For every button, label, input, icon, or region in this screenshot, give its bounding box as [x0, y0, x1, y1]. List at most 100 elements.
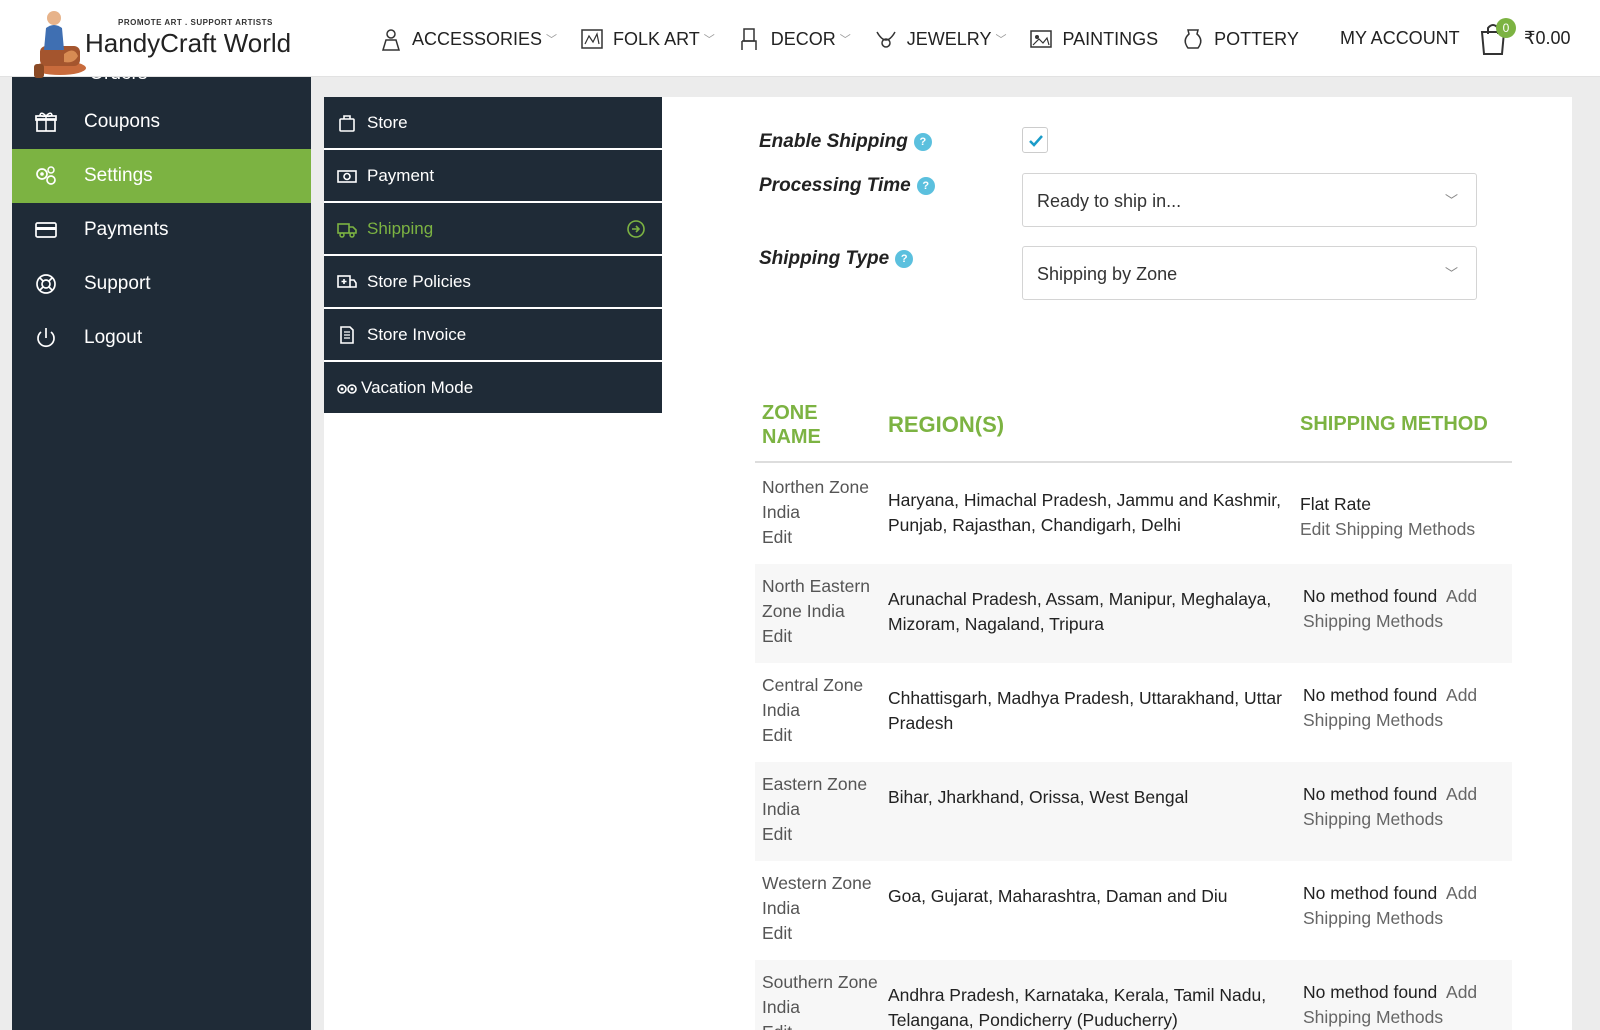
- shipping-methods-link[interactable]: Edit Shipping Methods: [1300, 519, 1475, 539]
- pottery-icon: [1184, 29, 1202, 49]
- tab-store-policies[interactable]: Store Policies: [324, 256, 662, 309]
- shipping-method-cell: No method found Add Shipping Methods: [1303, 584, 1503, 634]
- arrow-circle-right-icon: [627, 220, 645, 238]
- power-icon: [37, 328, 55, 348]
- shipping-method-cell: No method found Add Shipping Methods: [1303, 683, 1503, 733]
- bag-icon: [339, 114, 355, 132]
- nav-item-folk-art[interactable]: FOLK ART ﹀: [579, 26, 715, 52]
- tab-store-invoice[interactable]: Store Invoice: [324, 309, 662, 362]
- settings-tabs: Store Payment Shipping Store Policies St…: [324, 97, 662, 415]
- tab-label: Store: [367, 112, 408, 132]
- truck-icon: [337, 222, 357, 238]
- column-header-shipping-method: SHIPPING METHOD: [1300, 413, 1488, 435]
- zone-edit-link[interactable]: Edit: [762, 626, 792, 646]
- site-logo[interactable]: PROMOTE ART . SUPPORT ARTISTS HandyCraft…: [30, 6, 310, 78]
- shipping-method-cell: No method found Add Shipping Methods: [1303, 782, 1503, 832]
- enable-shipping-label: Enable Shipping?: [759, 131, 932, 153]
- tab-vacation-mode[interactable]: Vacation Mode: [324, 362, 662, 415]
- zones-table-header: ZONE NAME REGION(S) SHIPPING METHOD: [755, 397, 1512, 463]
- zone-name-cell: Central Zone India Edit: [762, 673, 880, 748]
- ambulance-icon: [337, 274, 357, 288]
- sidebar-item-label: Coupons: [84, 111, 161, 132]
- nav-item-decor[interactable]: DECOR ﹀: [737, 26, 851, 52]
- zone-name-cell: North Eastern Zone India Edit: [762, 574, 880, 649]
- regions-cell: Arunachal Pradesh, Assam, Manipur, Megha…: [888, 589, 1272, 634]
- regions-cell: Goa, Gujarat, Maharashtra, Daman and Diu: [888, 886, 1228, 906]
- regions-cell: Andhra Pradesh, Karnataka, Kerala, Tamil…: [888, 985, 1267, 1030]
- money-icon: [337, 169, 357, 183]
- nav-label: DECOR: [770, 28, 836, 49]
- sidebar-item-support[interactable]: Support: [12, 257, 311, 311]
- zone-name: Eastern Zone India: [762, 774, 868, 819]
- dashboard-sidebar: Orders Coupons Settings Payments Support…: [12, 63, 311, 1030]
- nav-label: JEWELRY: [906, 28, 992, 49]
- document-icon: [340, 325, 354, 344]
- chevron-down-icon: ﹀: [1444, 266, 1458, 281]
- zone-name: Western Zone India: [762, 873, 872, 918]
- nav-label: ACCESSORIES: [412, 28, 543, 49]
- shipping-method-name: No method found: [1303, 784, 1438, 804]
- column-header-zone-name: ZONE NAME: [762, 402, 821, 448]
- zone-edit-link[interactable]: Edit: [762, 824, 792, 844]
- nav-item-pottery[interactable]: POTTERY: [1180, 26, 1299, 52]
- chevron-down-icon: ﹀: [1444, 193, 1458, 208]
- sidebar-item-label: Logout: [84, 327, 143, 348]
- brand-name: HandyCraft World: [85, 28, 292, 58]
- shipping-method-cell: No method found Add Shipping Methods: [1303, 980, 1503, 1030]
- chevron-down-icon: ﹀: [703, 34, 715, 46]
- my-account-link[interactable]: MY ACCOUNT: [1340, 28, 1460, 49]
- shipping-method-name: No method found: [1303, 586, 1438, 606]
- processing-time-select[interactable]: Ready to ship in... ﹀: [1022, 173, 1477, 227]
- zone-edit-link[interactable]: Edit: [762, 923, 792, 943]
- zone-name-cell: Northen Zone India Edit: [762, 475, 880, 550]
- nav-item-paintings[interactable]: PAINTINGS: [1028, 26, 1158, 52]
- shipping-type-label: Shipping Type?: [759, 248, 914, 270]
- sidebar-item-label: Settings: [84, 165, 153, 186]
- table-row: Eastern Zone India Edit Bihar, Jharkhand, …: [755, 762, 1512, 861]
- help-icon[interactable]: ?: [895, 249, 914, 268]
- nav-item-jewelry[interactable]: JEWELRY ﹀: [873, 26, 1007, 52]
- chevron-down-icon: ﹀: [546, 34, 558, 46]
- brand-tagline: PROMOTE ART . SUPPORT ARTISTS: [118, 18, 273, 27]
- sidebar-item-coupons[interactable]: Coupons: [12, 95, 311, 149]
- tab-label: Payment: [367, 165, 435, 185]
- tab-label: Store Invoice: [367, 324, 467, 344]
- help-icon[interactable]: ?: [913, 132, 932, 151]
- sidebar-item-logout[interactable]: Logout: [12, 311, 311, 365]
- shipping-type-select[interactable]: Shipping by Zone ﹀: [1022, 246, 1477, 300]
- table-row: Southern Zone India Edit Andhra Pradesh, K…: [755, 960, 1512, 1030]
- nav-item-accessories[interactable]: ACCESSORIES ﹀: [378, 26, 557, 52]
- zone-name-cell: Western Zone India Edit: [762, 871, 880, 946]
- table-row: Northen Zone India Edit Haryana, Himachal …: [755, 465, 1512, 564]
- tab-label: Store Policies: [367, 271, 471, 291]
- chevron-down-icon: ﹀: [839, 34, 851, 46]
- jewelry-icon: [876, 31, 896, 48]
- tab-shipping[interactable]: Shipping: [324, 203, 662, 256]
- chevron-down-icon: ﹀: [995, 34, 1007, 46]
- regions-cell: Haryana, Himachal Pradesh, Jammu and Kas…: [888, 490, 1281, 535]
- enable-shipping-checkbox[interactable]: [1022, 127, 1048, 153]
- zone-edit-link[interactable]: Edit: [762, 527, 792, 547]
- main-nav: ACCESSORIES ﹀ FOLK ART ﹀ DECOR ﹀ JEWELRY ﹀ P…: [378, 26, 1321, 52]
- tab-store[interactable]: Store: [324, 97, 662, 150]
- decor-icon: [741, 28, 757, 50]
- regions-cell: Bihar, Jharkhand, Orissa, West Bengal: [888, 787, 1189, 807]
- zone-edit-link[interactable]: Edit: [762, 1022, 792, 1030]
- tab-label: Vacation Mode: [361, 377, 474, 397]
- sidebar-item-label: Payments: [84, 219, 169, 240]
- settings-panel: Store Payment Shipping Store Policies St…: [324, 97, 1572, 1030]
- tab-payment[interactable]: Payment: [324, 150, 662, 203]
- nav-label: POTTERY: [1214, 28, 1299, 49]
- zone-edit-link[interactable]: Edit: [762, 725, 792, 745]
- select-value: Ready to ship in...: [1037, 191, 1182, 211]
- credit-card-icon: [35, 222, 57, 238]
- gift-icon: [35, 112, 57, 132]
- nav-label: PAINTINGS: [1062, 28, 1159, 49]
- cart-total[interactable]: ₹0.00: [1524, 28, 1571, 49]
- sidebar-item-payments[interactable]: Payments: [12, 203, 311, 257]
- help-icon[interactable]: ?: [916, 176, 935, 195]
- shipping-method-name: No method found: [1303, 883, 1438, 903]
- sidebar-item-settings[interactable]: Settings: [12, 149, 311, 203]
- cart-count-badge: 0: [1496, 18, 1516, 38]
- label-text: Enable Shipping: [759, 131, 908, 152]
